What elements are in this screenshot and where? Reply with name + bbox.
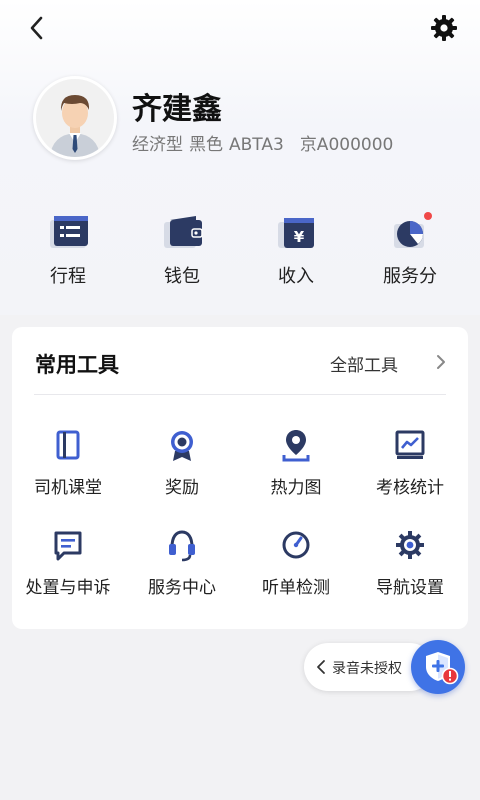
tool-disposal-appeal[interactable]: 处置与申诉 <box>12 527 124 607</box>
tool-label: 导航设置 <box>376 578 444 598</box>
license-plate: 京A000000 <box>299 135 394 155</box>
tool-heatmap[interactable]: 热力图 <box>240 427 352 507</box>
tool-navigation-settings[interactable]: 导航设置 <box>354 527 466 607</box>
avatar[interactable] <box>33 76 117 160</box>
itinerary-list-icon <box>48 210 92 254</box>
svg-text:¥: ¥ <box>294 228 305 246</box>
common-tools-card: 常用工具 全部工具 司机课堂 奖励 热力图 考核统计 处置与申诉 服务中心 听单… <box>12 327 468 629</box>
recording-status-label: 录音未授权 <box>332 661 402 677</box>
tool-label: 奖励 <box>165 478 199 498</box>
chevron-left-icon <box>316 659 326 675</box>
chart-board-icon <box>394 427 426 463</box>
quick-action-income[interactable]: ¥ 收入 <box>246 210 346 290</box>
tool-order-listening-check[interactable]: 听单检测 <box>240 527 352 607</box>
divider <box>34 394 446 395</box>
gear-icon <box>394 527 426 563</box>
wallet-icon <box>162 210 206 254</box>
location-pin-icon <box>280 427 312 463</box>
tool-label: 处置与申诉 <box>25 578 111 598</box>
driver-name: 齐建鑫 <box>132 92 222 127</box>
quick-action-itinerary[interactable]: 行程 <box>18 210 118 290</box>
tool-assessment-stats[interactable]: 考核统计 <box>354 427 466 507</box>
shield-plus-icon <box>426 652 459 685</box>
gauge-icon <box>280 527 312 563</box>
tool-label: 听单检测 <box>262 578 330 598</box>
tool-label: 热力图 <box>270 478 322 498</box>
car-model: ABTA3 <box>229 135 284 155</box>
quick-action-label: 钱包 <box>164 266 200 287</box>
tool-label: 司机课堂 <box>34 478 102 498</box>
tool-label: 考核统计 <box>376 478 444 498</box>
tool-reward[interactable]: 奖励 <box>126 427 238 507</box>
safety-shield-button[interactable] <box>411 640 465 694</box>
tools-title: 常用工具 <box>35 353 119 377</box>
tool-driver-class[interactable]: 司机课堂 <box>12 427 124 507</box>
award-medal-icon <box>166 427 198 463</box>
all-tools-link[interactable]: 全部工具 <box>330 351 398 376</box>
quick-action-service-score[interactable]: 服务分 <box>360 210 460 290</box>
book-icon <box>52 427 84 463</box>
quick-action-wallet[interactable]: 钱包 <box>132 210 232 290</box>
car-type: 经济型 <box>132 135 183 155</box>
quick-action-label: 服务分 <box>383 266 437 287</box>
headset-icon <box>166 527 198 563</box>
income-yuan-icon: ¥ <box>276 210 320 254</box>
settings-gear-icon[interactable] <box>428 12 460 44</box>
back-arrow-icon[interactable] <box>22 12 54 44</box>
quick-action-label: 行程 <box>50 266 86 287</box>
quick-action-label: 收入 <box>278 266 314 287</box>
tool-service-center[interactable]: 服务中心 <box>126 527 238 607</box>
chevron-right-icon[interactable] <box>434 353 448 371</box>
service-score-pie-icon <box>390 210 434 254</box>
car-color: 黑色 <box>189 135 223 155</box>
message-icon <box>52 527 84 563</box>
vehicle-info: 经济型 黑色 ABTA3 京A000000 <box>132 130 399 155</box>
tool-label: 服务中心 <box>148 578 216 598</box>
